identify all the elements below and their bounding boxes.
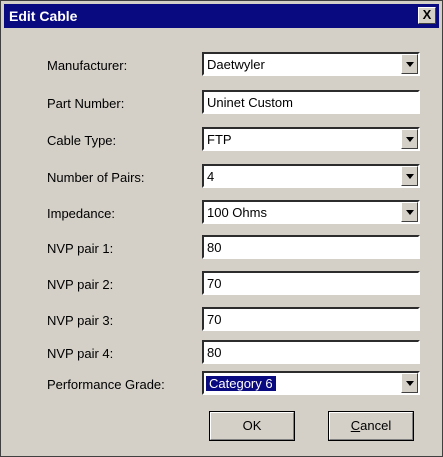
part-number-input[interactable]: Uninet Custom xyxy=(202,90,420,114)
chevron-down-icon xyxy=(406,174,414,179)
number-of-pairs-label: Number of Pairs: xyxy=(47,170,145,185)
impedance-value: 100 Ohms xyxy=(207,205,267,220)
ok-button[interactable]: OK xyxy=(209,411,295,441)
edit-cable-dialog: Edit Cable X Manufacturer: Daetwyler Par… xyxy=(0,0,443,457)
chevron-down-icon xyxy=(406,137,414,142)
performance-grade-label: Performance Grade: xyxy=(47,377,165,392)
nvp-pair-3-input[interactable]: 70 xyxy=(202,307,420,331)
manufacturer-dropdown-button[interactable] xyxy=(401,54,418,74)
nvp-pair-3-value: 70 xyxy=(207,312,222,327)
part-number-value: Uninet Custom xyxy=(207,95,293,110)
manufacturer-select[interactable]: Daetwyler xyxy=(202,52,420,76)
chevron-down-icon xyxy=(406,210,414,215)
impedance-select[interactable]: 100 Ohms xyxy=(202,200,420,224)
impedance-dropdown-button[interactable] xyxy=(401,202,418,222)
manufacturer-value: Daetwyler xyxy=(207,57,265,72)
cancel-rest: ancel xyxy=(360,418,392,433)
dialog-title: Edit Cable xyxy=(9,8,78,24)
impedance-label: Impedance: xyxy=(47,206,115,221)
close-icon: X xyxy=(422,7,432,22)
nvp-pair-3-label: NVP pair 3: xyxy=(47,313,114,328)
performance-grade-select[interactable]: Category 6 xyxy=(202,371,420,395)
close-button[interactable]: X xyxy=(418,7,436,24)
nvp-pair-4-input[interactable]: 80 xyxy=(202,340,420,364)
chevron-down-icon xyxy=(406,381,414,386)
cable-type-value: FTP xyxy=(207,132,232,147)
number-of-pairs-select[interactable]: 4 xyxy=(202,164,420,188)
ok-button-label: OK xyxy=(242,418,262,433)
cancel-accelerator: C xyxy=(350,418,361,433)
nvp-pair-4-label: NVP pair 4: xyxy=(47,346,114,361)
nvp-pair-1-value: 80 xyxy=(207,240,222,255)
nvp-pair-2-input[interactable]: 70 xyxy=(202,271,420,295)
cable-type-select[interactable]: FTP xyxy=(202,127,420,151)
cable-type-dropdown-button[interactable] xyxy=(401,129,418,149)
cable-type-label: Cable Type: xyxy=(47,133,117,148)
chevron-down-icon xyxy=(406,62,414,67)
cancel-button-label: Cancel xyxy=(351,418,391,433)
performance-grade-dropdown-button[interactable] xyxy=(401,373,418,393)
number-of-pairs-dropdown-button[interactable] xyxy=(401,166,418,186)
cancel-button[interactable]: Cancel xyxy=(328,411,414,441)
manufacturer-label: Manufacturer: xyxy=(47,58,128,73)
performance-grade-value: Category 6 xyxy=(206,376,276,391)
nvp-pair-4-value: 80 xyxy=(207,345,222,360)
number-of-pairs-value: 4 xyxy=(207,169,215,184)
nvp-pair-1-label: NVP pair 1: xyxy=(47,241,114,256)
title-bar[interactable]: Edit Cable X xyxy=(4,4,439,28)
nvp-pair-2-value: 70 xyxy=(207,276,222,291)
nvp-pair-2-label: NVP pair 2: xyxy=(47,277,114,292)
nvp-pair-1-input[interactable]: 80 xyxy=(202,235,420,259)
part-number-label: Part Number: xyxy=(47,96,125,111)
